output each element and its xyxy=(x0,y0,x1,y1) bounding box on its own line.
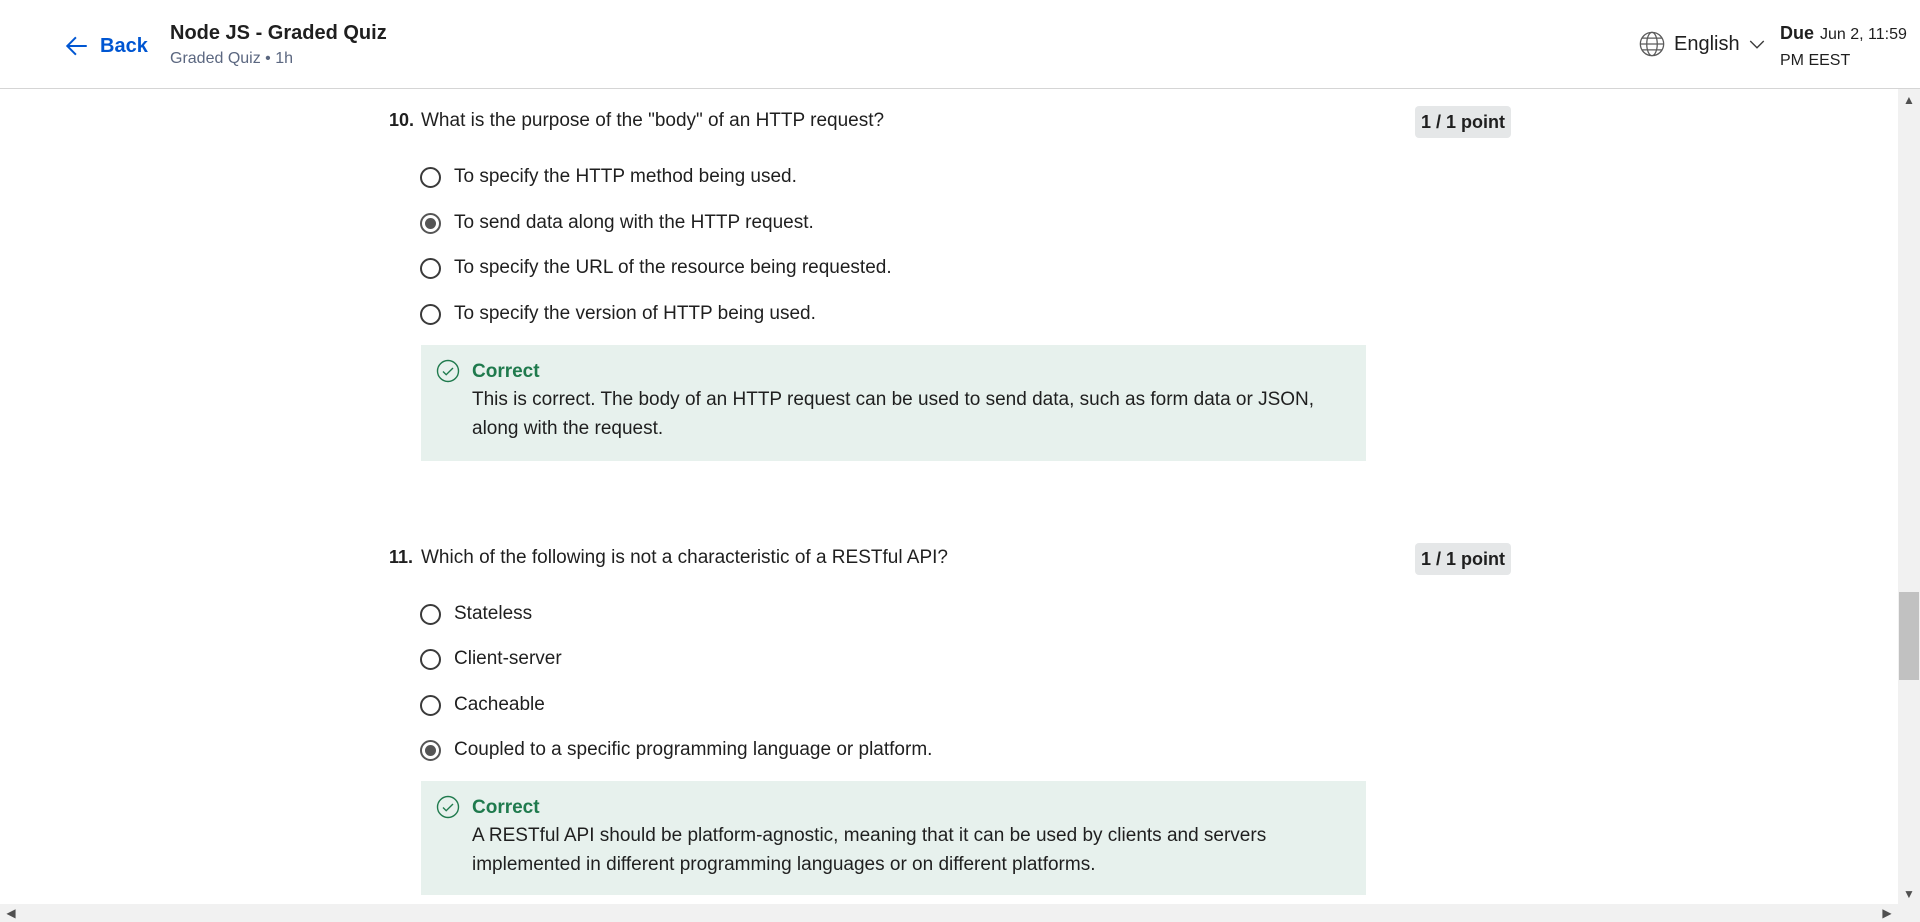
globe-icon xyxy=(1639,31,1665,57)
feedback-box: Correct This is correct. The body of an … xyxy=(421,345,1366,461)
option-label: To send data along with the HTTP request… xyxy=(454,212,814,233)
check-circle-icon xyxy=(436,795,460,819)
points-badge: 1 / 1 point xyxy=(1415,106,1511,138)
radio-button-checked[interactable] xyxy=(420,212,441,234)
language-selector[interactable]: English xyxy=(1638,30,1766,58)
option-label: To specify the URL of the resource being… xyxy=(454,257,892,278)
page-title: Node JS - Graded Quiz xyxy=(170,22,387,44)
option-label: Coupled to a specific programming langua… xyxy=(454,739,933,760)
radio-button[interactable] xyxy=(420,303,441,325)
language-label: English xyxy=(1674,32,1740,55)
feedback-status: Correct xyxy=(472,361,540,382)
answer-option[interactable]: To specify the URL of the resource being… xyxy=(420,254,892,282)
due-date-line1: Jun 2, 11:59 xyxy=(1820,26,1907,43)
scrollbar-thumb[interactable] xyxy=(1899,592,1919,680)
feedback-text: This is correct. The body of an HTTP req… xyxy=(472,389,1315,439)
vertical-scrollbar[interactable]: ▲ ▼ xyxy=(1898,89,1920,905)
question-text: Which of the following is not a characte… xyxy=(421,547,948,568)
arrow-left-icon xyxy=(65,36,87,56)
feedback-box: Correct A RESTful API should be platform… xyxy=(421,781,1366,895)
horizontal-scrollbar[interactable]: ◀ ▶ xyxy=(0,904,1920,922)
feedback-status: Correct xyxy=(472,797,540,818)
radio-button-checked[interactable] xyxy=(420,739,441,761)
answer-option[interactable]: Client-server xyxy=(420,645,562,673)
chevron-down-icon xyxy=(1749,40,1764,49)
option-label: Client-server xyxy=(454,648,562,669)
scroll-left-icon[interactable]: ◀ xyxy=(0,904,22,922)
radio-button[interactable] xyxy=(420,694,441,716)
answer-option[interactable]: Stateless xyxy=(420,600,532,628)
course-title-block: Node JS - Graded Quiz Graded Quiz • 1h xyxy=(170,20,387,70)
question-number: 11. xyxy=(389,547,414,567)
question-text: What is the purpose of the "body" of an … xyxy=(421,110,885,131)
answer-option-selected[interactable]: To send data along with the HTTP request… xyxy=(420,209,814,237)
option-label: Cacheable xyxy=(454,694,545,715)
scroll-down-icon[interactable]: ▼ xyxy=(1898,885,1920,903)
scroll-up-icon[interactable]: ▲ xyxy=(1898,91,1920,109)
top-header: Back Node JS - Graded Quiz Graded Quiz •… xyxy=(0,0,1920,89)
due-label: Due xyxy=(1780,23,1815,43)
due-date-line2: PM EEST xyxy=(1780,52,1851,69)
back-button[interactable]: Back xyxy=(64,30,148,62)
answer-option[interactable]: To specify the HTTP method being used. xyxy=(420,163,797,191)
scroll-right-icon[interactable]: ▶ xyxy=(1876,904,1898,922)
due-date: Due Jun 2, 11:59 PM EEST xyxy=(1780,20,1916,74)
page-subtitle: Graded Quiz • 1h xyxy=(170,50,293,67)
answer-option-selected[interactable]: Coupled to a specific programming langua… xyxy=(420,736,932,764)
radio-button[interactable] xyxy=(420,603,441,625)
radio-button[interactable] xyxy=(420,648,441,670)
option-label: To specify the HTTP method being used. xyxy=(454,166,797,187)
check-circle-icon xyxy=(436,359,460,383)
answer-option[interactable]: To specify the version of HTTP being use… xyxy=(420,300,816,328)
question-number: 10. xyxy=(389,110,415,130)
radio-button[interactable] xyxy=(420,257,441,279)
radio-button[interactable] xyxy=(420,166,441,188)
back-label: Back xyxy=(100,34,148,57)
feedback-text: A RESTful API should be platform-agnosti… xyxy=(472,825,1267,875)
points-badge: 1 / 1 point xyxy=(1415,543,1511,575)
answer-option[interactable]: Cacheable xyxy=(420,691,545,719)
option-label: Stateless xyxy=(454,603,533,624)
option-label: To specify the version of HTTP being use… xyxy=(454,303,816,324)
